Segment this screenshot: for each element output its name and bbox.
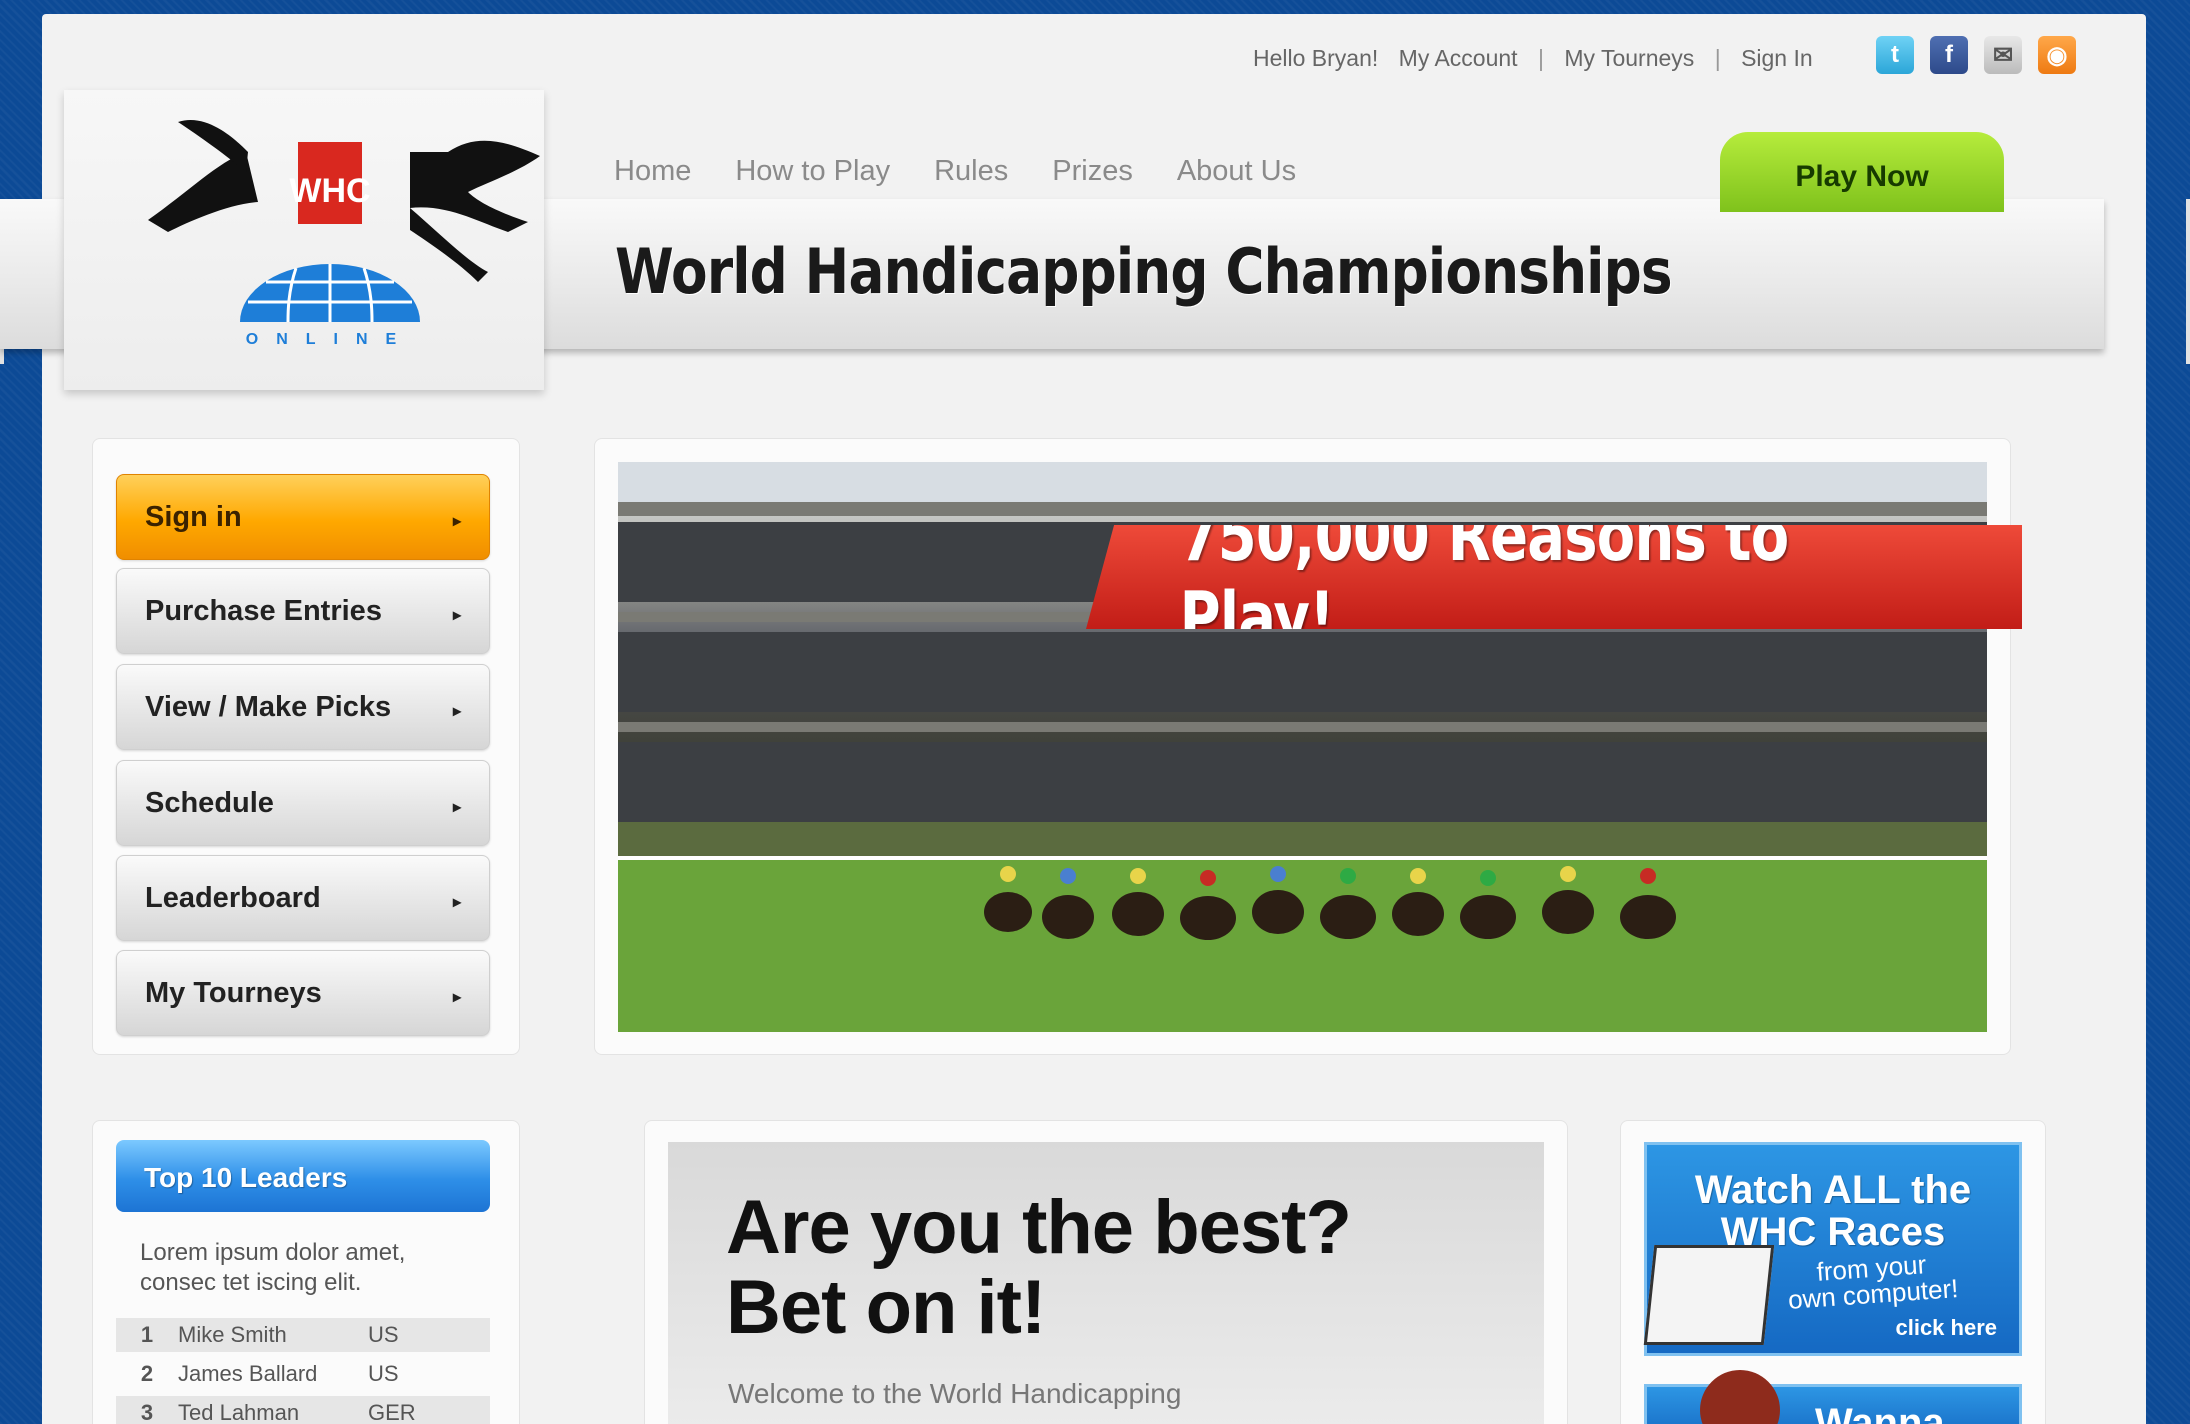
- watch-races-ad[interactable]: Watch ALL the WHC Races from your own co…: [1643, 1142, 2022, 1356]
- menu-schedule[interactable]: Schedule ▸: [116, 760, 490, 846]
- promo-heading-line1: Are you the best?: [726, 1185, 1352, 1270]
- menu-my-tourneys[interactable]: My Tourneys ▸: [116, 950, 490, 1036]
- logo-text: WHC: [289, 172, 370, 210]
- promo-heading: Are you the best? Bet on it!: [726, 1185, 1352, 1350]
- menu-label: Schedule: [145, 786, 274, 819]
- ribbon-fold-right: [2186, 199, 2190, 364]
- promo-heading-line2: Bet on it!: [726, 1265, 1046, 1350]
- promo-body: Welcome to the World Handicapping: [728, 1378, 1182, 1409]
- leader-row[interactable]: 2 James Ballard US: [116, 1357, 490, 1391]
- laptop-icon: [1643, 1245, 1775, 1345]
- nav-home[interactable]: Home: [614, 155, 691, 188]
- chevron-right-icon: ▸: [452, 607, 461, 624]
- utility-bar: Hello Bryan! My Account | My Tourneys | …: [1253, 45, 1827, 72]
- greeting: Hello Bryan!: [1253, 45, 1379, 71]
- menu-label: View / Make Picks: [145, 690, 392, 723]
- leader-name: Mike Smith: [178, 1322, 287, 1347]
- social-links: t f ✉ ◉: [1876, 36, 2076, 74]
- chevron-right-icon: ▸: [452, 989, 461, 1006]
- leader-rank: 3: [140, 1400, 154, 1424]
- menu-label: Purchase Entries: [145, 594, 382, 627]
- main-nav: Home How to Play Rules Prizes About Us: [614, 155, 1296, 188]
- whc-logo[interactable]: WHC ONLINE: [148, 112, 548, 352]
- chevron-right-icon: ▸: [452, 703, 461, 720]
- facebook-icon[interactable]: f: [1930, 36, 1968, 74]
- nav-about-us[interactable]: About Us: [1177, 155, 1296, 188]
- mail-icon[interactable]: ✉: [1984, 36, 2022, 74]
- chevron-right-icon: ▸: [452, 894, 461, 911]
- menu-leaderboard[interactable]: Leaderboard ▸: [116, 855, 490, 941]
- chevron-right-icon: ▸: [452, 799, 461, 816]
- my-tourneys-link[interactable]: My Tourneys: [1564, 45, 1694, 71]
- nav-prizes[interactable]: Prizes: [1052, 155, 1133, 188]
- sign-in-link[interactable]: Sign In: [1741, 45, 1813, 71]
- twitter-icon[interactable]: t: [1876, 36, 1914, 74]
- chevron-right-icon: ▸: [452, 513, 461, 530]
- menu-label: Leaderboard: [145, 881, 321, 914]
- menu-sign-in[interactable]: Sign in ▸: [116, 474, 490, 560]
- leader-rank: 1: [140, 1322, 154, 1347]
- watch-subtext: from your own computer!: [1785, 1249, 1959, 1315]
- leader-rank: 2: [140, 1361, 154, 1386]
- nav-how-to-play[interactable]: How to Play: [735, 155, 890, 188]
- separator: |: [1537, 45, 1544, 71]
- play-now-button[interactable]: Play Now: [1720, 132, 2004, 212]
- nav-rules[interactable]: Rules: [934, 155, 1008, 188]
- leader-country: US: [368, 1322, 399, 1347]
- logo-subtext: ONLINE: [246, 331, 414, 348]
- separator: |: [1714, 45, 1721, 71]
- hero-banner: 750,000 Reasons to Play!: [1086, 525, 2022, 629]
- rss-icon[interactable]: ◉: [2038, 36, 2076, 74]
- watch-cta[interactable]: click here: [1895, 1315, 1997, 1341]
- watch-heading: Watch ALL the WHC Races: [1647, 1145, 2019, 1253]
- menu-label: Sign in: [145, 500, 242, 533]
- leader-name: Ted Lahman: [178, 1400, 300, 1424]
- leader-country: GER: [368, 1400, 416, 1424]
- menu-view-make-picks[interactable]: View / Make Picks ▸: [116, 664, 490, 750]
- menu-purchase-entries[interactable]: Purchase Entries ▸: [116, 568, 490, 654]
- site-title: World Handicapping Championships: [615, 235, 1673, 308]
- leader-country: US: [368, 1361, 399, 1386]
- leaders-intro: Lorem ipsum dolor amet, consec tet iscin…: [140, 1239, 406, 1296]
- menu-label: My Tourneys: [145, 976, 322, 1009]
- leader-row[interactable]: 1 Mike Smith US: [116, 1318, 490, 1352]
- leader-row[interactable]: 3 Ted Lahman GER: [116, 1396, 490, 1424]
- my-account-link[interactable]: My Account: [1399, 45, 1518, 71]
- watch-line1: Watch ALL the: [1694, 1168, 1972, 1212]
- leaders-heading[interactable]: Top 10 Leaders: [116, 1140, 490, 1212]
- leader-name: James Ballard: [178, 1361, 318, 1386]
